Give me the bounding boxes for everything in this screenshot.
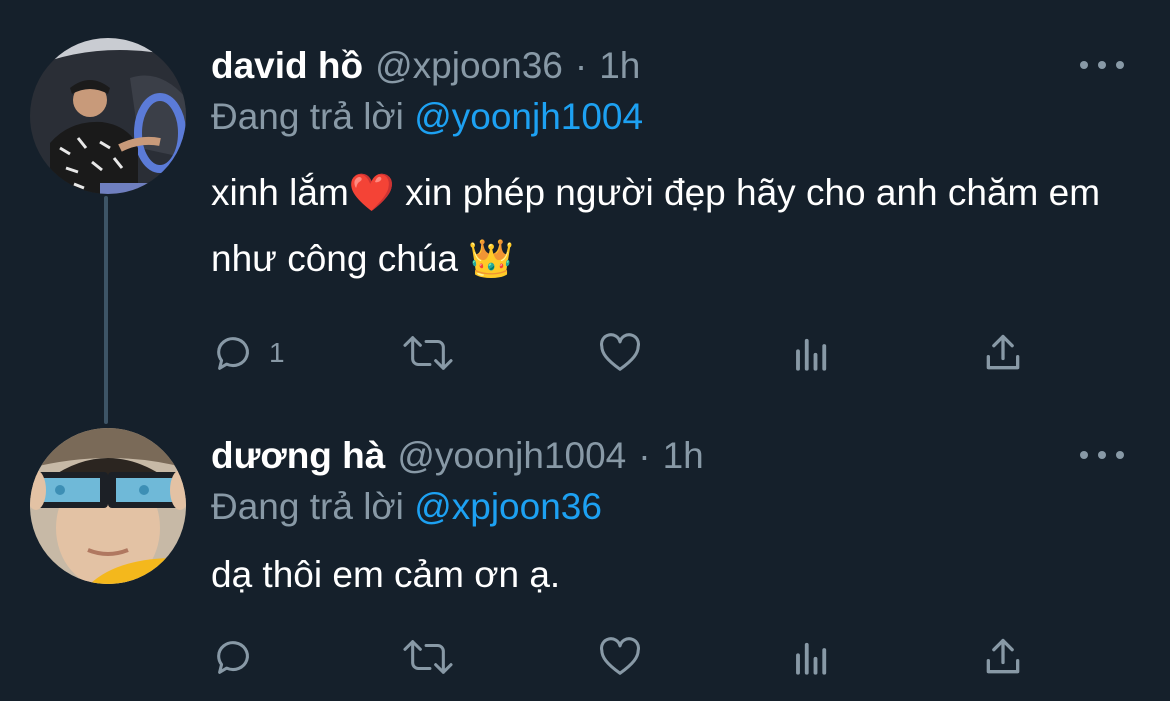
reply-count: 1 bbox=[269, 337, 285, 368]
timestamp[interactable]: 1h bbox=[663, 428, 704, 484]
more-dot bbox=[1098, 451, 1106, 459]
tweet-actions: 1 bbox=[211, 328, 1061, 378]
crown-emoji: 👑 bbox=[468, 238, 515, 279]
avatar-image bbox=[30, 428, 186, 584]
display-name[interactable]: david hồ bbox=[211, 38, 363, 94]
user-handle[interactable]: @xpjoon36 bbox=[375, 38, 563, 94]
reply-icon bbox=[217, 641, 249, 674]
more-dot bbox=[1080, 451, 1088, 459]
retweet-button[interactable] bbox=[399, 632, 457, 682]
reply-icon bbox=[217, 337, 249, 370]
tweet-actions bbox=[211, 632, 1061, 682]
reply-button[interactable] bbox=[211, 632, 269, 682]
like-icon bbox=[600, 333, 640, 371]
stats-button[interactable] bbox=[791, 328, 833, 378]
like-button[interactable] bbox=[596, 328, 644, 378]
avatar[interactable] bbox=[30, 38, 186, 194]
user-handle[interactable]: @yoonjh1004 bbox=[397, 428, 626, 484]
share-icon bbox=[986, 334, 1020, 370]
tweet-thread: david hồ @xpjoon36 · 1h Đang trả lời @yo… bbox=[0, 0, 1170, 701]
tweet[interactable]: dương hà @yoonjh1004 · 1h Đang trả lời @… bbox=[0, 400, 1170, 701]
more-dot bbox=[1116, 451, 1124, 459]
retweet-icon bbox=[403, 336, 453, 370]
more-dot bbox=[1080, 61, 1088, 69]
more-dot bbox=[1116, 61, 1124, 69]
display-name[interactable]: dương hà bbox=[211, 428, 385, 484]
avatar-image bbox=[30, 38, 186, 194]
tweet-text: dạ thôi em cảm ơn ạ. bbox=[211, 554, 561, 595]
separator-dot: · bbox=[638, 435, 651, 476]
replying-to-prefix: Đang trả lời bbox=[211, 96, 404, 137]
reply-button[interactable]: 1 bbox=[211, 328, 285, 378]
heart-emoji: ❤️ bbox=[348, 172, 395, 213]
tweet-header: david hồ @xpjoon36 · 1h bbox=[211, 38, 640, 94]
replying-to: Đang trả lời @yoonjh1004 bbox=[211, 92, 643, 142]
avatar[interactable] bbox=[30, 428, 186, 584]
replying-to-mention[interactable]: @xpjoon36 bbox=[414, 486, 602, 527]
replying-to-mention[interactable]: @yoonjh1004 bbox=[414, 96, 643, 137]
share-button[interactable] bbox=[981, 632, 1025, 682]
tweet-text-part: xinh lắm bbox=[211, 172, 349, 213]
more-icon[interactable] bbox=[1080, 50, 1124, 80]
retweet-icon bbox=[403, 640, 453, 674]
more-dot bbox=[1098, 61, 1106, 69]
like-button[interactable] bbox=[596, 632, 644, 682]
replying-to-prefix: Đang trả lời bbox=[211, 486, 404, 527]
stats-icon bbox=[796, 642, 827, 675]
timestamp[interactable]: 1h bbox=[599, 38, 640, 94]
like-icon bbox=[600, 637, 640, 675]
more-icon[interactable] bbox=[1080, 440, 1124, 470]
share-icon bbox=[986, 638, 1020, 674]
stats-icon bbox=[796, 338, 827, 371]
tweet[interactable]: david hồ @xpjoon36 · 1h Đang trả lời @yo… bbox=[0, 0, 1170, 400]
tweet-text: xinh lắm❤️ xin phép người đẹp hãy cho an… bbox=[211, 160, 1141, 292]
tweet-header: dương hà @yoonjh1004 · 1h bbox=[211, 428, 704, 484]
share-button[interactable] bbox=[981, 328, 1025, 378]
replying-to: Đang trả lời @xpjoon36 bbox=[211, 482, 602, 532]
separator-dot: · bbox=[574, 45, 588, 86]
retweet-button[interactable] bbox=[399, 328, 457, 378]
stats-button[interactable] bbox=[791, 632, 833, 682]
